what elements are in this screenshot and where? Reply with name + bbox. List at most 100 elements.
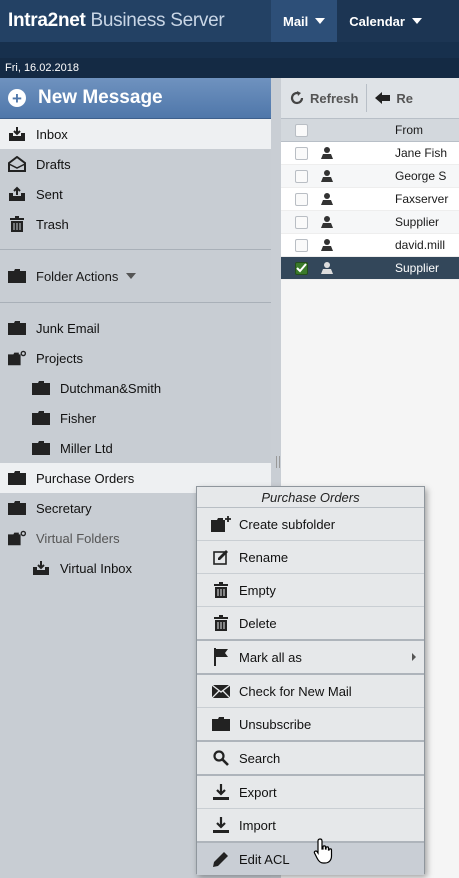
sidebar-item-label: Junk Email bbox=[36, 320, 100, 336]
toolbar: Refresh Re bbox=[281, 78, 459, 119]
chevron-down-icon bbox=[315, 18, 326, 24]
folder-actions-label: Folder Actions bbox=[36, 268, 119, 284]
menu-item-label: Check for New Mail bbox=[239, 683, 352, 699]
download-icon bbox=[211, 815, 231, 835]
folder-context-menu: Purchase Orders Create subfolder Rename … bbox=[196, 486, 425, 875]
menu-item-edit-acl[interactable]: Edit ACL bbox=[197, 843, 424, 875]
date-bar: Fri, 16.02.2018 bbox=[0, 58, 459, 78]
table-row[interactable]: david.mill bbox=[281, 234, 459, 257]
app-logo: Intra2net Business Server bbox=[0, 0, 271, 42]
table-row[interactable]: Jane Fish bbox=[281, 142, 459, 165]
flag-icon bbox=[211, 647, 231, 667]
menu-item-check-new-mail[interactable]: Check for New Mail bbox=[197, 675, 424, 708]
table-row[interactable]: Faxserver bbox=[281, 188, 459, 211]
menu-item-label: Import bbox=[239, 817, 276, 833]
sidebar-item-label: Virtual Folders bbox=[36, 530, 120, 546]
sidebar-item-label: Sent bbox=[36, 186, 63, 202]
table-row[interactable]: George S bbox=[281, 165, 459, 188]
sidebar-item-label: Purchase Orders bbox=[36, 470, 135, 486]
checkmark-icon bbox=[296, 262, 307, 272]
chevron-down-icon bbox=[411, 18, 422, 24]
main-nav: Mail Calendar bbox=[271, 0, 434, 42]
table-row[interactable]: Supplier bbox=[281, 257, 459, 280]
new-message-button[interactable]: + New Message bbox=[0, 78, 271, 119]
menu-item-mark-all-as[interactable]: Mark all as bbox=[197, 641, 424, 675]
create-folder-icon bbox=[211, 514, 231, 534]
user-icon bbox=[321, 262, 333, 274]
brand-name: Intra2net bbox=[8, 10, 86, 31]
folder-open-icon bbox=[8, 349, 26, 367]
envelope-icon bbox=[211, 681, 231, 701]
sidebar-item-label: Secretary bbox=[36, 500, 92, 516]
refresh-button[interactable]: Refresh bbox=[281, 84, 368, 112]
tab-calendar[interactable]: Calendar bbox=[337, 0, 434, 42]
pane-resize-handle[interactable] bbox=[276, 456, 280, 468]
row-checkbox[interactable] bbox=[295, 215, 308, 229]
reply-label: Re bbox=[396, 90, 414, 106]
folder-icon bbox=[32, 439, 50, 457]
folder-open-icon bbox=[8, 529, 26, 547]
column-from[interactable]: From bbox=[395, 123, 459, 137]
menu-item-import[interactable]: Import bbox=[197, 809, 424, 843]
menu-item-label: Export bbox=[239, 784, 277, 800]
folder-icon bbox=[32, 409, 50, 427]
menu-item-label: Delete bbox=[239, 615, 277, 631]
folder-actions-button[interactable]: Folder Actions bbox=[0, 250, 271, 302]
inbox-icon bbox=[8, 125, 26, 143]
menu-item-unsubscribe[interactable]: Unsubscribe bbox=[197, 708, 424, 742]
folder-icon bbox=[211, 714, 231, 734]
menu-item-label: Create subfolder bbox=[239, 516, 336, 532]
sidebar-item-fisher[interactable]: Fisher bbox=[0, 403, 271, 433]
row-checkbox[interactable] bbox=[295, 238, 308, 252]
menu-item-rename[interactable]: Rename bbox=[197, 541, 424, 574]
menu-item-create-subfolder[interactable]: Create subfolder bbox=[197, 508, 424, 541]
sidebar-item-dutchman-smith[interactable]: Dutchman&Smith bbox=[0, 373, 271, 403]
message-from: George S bbox=[395, 169, 447, 183]
table-row[interactable]: Supplier bbox=[281, 211, 459, 234]
sidebar-item-sent[interactable]: Sent bbox=[0, 179, 271, 209]
tab-mail-label: Mail bbox=[283, 13, 309, 29]
reply-icon bbox=[375, 92, 391, 104]
select-all-checkbox[interactable] bbox=[295, 123, 308, 137]
row-checkbox[interactable] bbox=[295, 146, 308, 160]
user-icon bbox=[321, 170, 333, 182]
message-from: Supplier bbox=[395, 215, 440, 229]
user-icon bbox=[321, 147, 333, 159]
menu-item-export[interactable]: Export bbox=[197, 776, 424, 809]
row-checkbox[interactable] bbox=[295, 169, 308, 183]
sidebar-item-projects[interactable]: Projects bbox=[0, 343, 271, 373]
nav-underbar bbox=[0, 42, 459, 58]
menu-item-label: Mark all as bbox=[239, 649, 302, 665]
trash-icon bbox=[8, 215, 26, 233]
chevron-down-icon bbox=[126, 273, 137, 279]
menu-item-search[interactable]: Search bbox=[197, 742, 424, 776]
rename-icon bbox=[211, 547, 231, 567]
sidebar-item-label: Projects bbox=[36, 350, 83, 366]
refresh-icon bbox=[290, 91, 304, 105]
menu-item-empty[interactable]: Empty bbox=[197, 574, 424, 607]
sidebar-item-inbox[interactable]: Inbox bbox=[0, 119, 271, 149]
sidebar-item-trash[interactable]: Trash bbox=[0, 209, 271, 239]
menu-item-label: Search bbox=[239, 750, 281, 766]
sidebar-item-miller-ltd[interactable]: Miller Ltd bbox=[0, 433, 271, 463]
current-date: Fri, 16.02.2018 bbox=[5, 62, 79, 74]
folder-icon bbox=[8, 499, 26, 517]
reply-button[interactable]: Re bbox=[367, 84, 421, 112]
menu-item-delete[interactable]: Delete bbox=[197, 607, 424, 641]
user-icon bbox=[321, 239, 333, 251]
sidebar-item-junk-email[interactable]: Junk Email bbox=[0, 313, 271, 343]
table-header: From bbox=[281, 119, 459, 142]
sent-icon bbox=[8, 185, 26, 203]
tab-mail[interactable]: Mail bbox=[271, 0, 338, 42]
row-checkbox[interactable] bbox=[295, 261, 308, 275]
folder-icon bbox=[32, 379, 50, 397]
plus-icon: + bbox=[8, 89, 26, 107]
chevron-right-icon bbox=[412, 653, 416, 661]
sidebar-item-label: Fisher bbox=[60, 410, 97, 426]
menu-item-label: Rename bbox=[239, 549, 289, 565]
menu-item-label: Unsubscribe bbox=[239, 716, 312, 732]
sidebar-item-label: Miller Ltd bbox=[60, 440, 113, 456]
row-checkbox[interactable] bbox=[295, 192, 308, 206]
trash-icon bbox=[211, 580, 231, 600]
sidebar-item-drafts[interactable]: Drafts bbox=[0, 149, 271, 179]
